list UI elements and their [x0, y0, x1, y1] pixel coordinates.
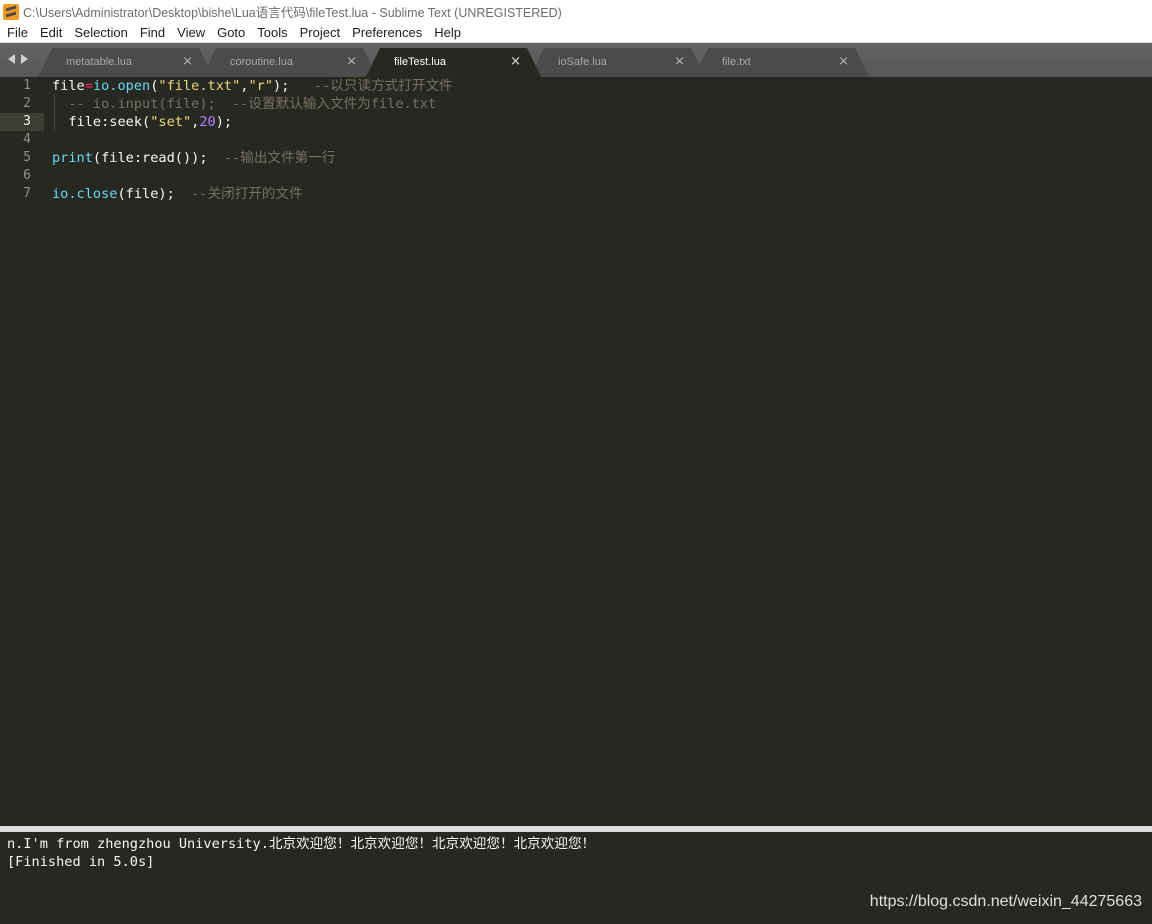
tab-bar: metatable.lua × coroutine.lua × ioSafe.l…	[0, 43, 1152, 77]
line-number: 7	[23, 186, 31, 201]
tab-next-icon[interactable]	[21, 54, 28, 64]
watermark-text: https://blog.csdn.net/weixin_44275663	[869, 893, 1142, 910]
output-line: [Finished in 5.0s]	[7, 854, 155, 870]
tab-navigation	[8, 54, 28, 64]
menu-find[interactable]: Find	[134, 23, 171, 43]
line-number: 1	[23, 78, 31, 93]
code-token: "set"	[150, 114, 192, 130]
code-token: =	[84, 78, 93, 94]
menu-goto[interactable]: Goto	[211, 23, 251, 43]
title-bar: C:\Users\Administrator\Desktop\bishe\Lua…	[0, 0, 1152, 23]
code-token: (file);	[117, 186, 192, 202]
code-token: );	[273, 78, 314, 94]
code-token: io.close	[52, 186, 118, 202]
close-icon[interactable]: ×	[182, 54, 193, 69]
line-number: 4	[23, 132, 31, 147]
tab-label: file.txt	[722, 56, 751, 68]
menu-file[interactable]: File	[1, 23, 34, 43]
code-editor[interactable]: 1 2 3 4 5 6 7 file=io.open("file.txt","r…	[0, 77, 1152, 826]
code-token: file:seek(	[52, 114, 151, 130]
menu-selection[interactable]: Selection	[68, 23, 133, 43]
code-token: print	[52, 150, 93, 166]
tab-label: metatable.lua	[66, 56, 133, 68]
code-line[interactable]: file:seek("set",20);	[52, 113, 232, 131]
menu-preferences[interactable]: Preferences	[346, 23, 428, 43]
code-token: (file:read());	[92, 150, 224, 166]
code-line[interactable]: file=io.open("file.txt","r"); --以只读方式打开文…	[52, 77, 453, 95]
window-title: C:\Users\Administrator\Desktop\bishe\Lua…	[23, 6, 562, 20]
code-token: --以只读方式打开文件	[313, 78, 453, 94]
menu-view[interactable]: View	[171, 23, 211, 43]
code-token: );	[215, 114, 233, 130]
tab-prev-icon[interactable]	[8, 54, 15, 64]
code-token: "r"	[248, 78, 274, 94]
code-line[interactable]: io.close(file); --关闭打开的文件	[52, 185, 303, 203]
menu-edit[interactable]: Edit	[34, 23, 68, 43]
menu-bar: File Edit Selection Find View Goto Tools…	[0, 23, 1152, 43]
code-token: 20	[199, 114, 216, 130]
close-icon[interactable]: ×	[346, 54, 357, 69]
output-line: n.I'm from zhengzhou University.北京欢迎您！北京…	[7, 836, 596, 852]
tab-label: fileTest.lua	[394, 56, 446, 68]
close-icon[interactable]: ×	[674, 54, 685, 69]
line-number: 3	[23, 114, 31, 129]
line-number: 6	[23, 168, 31, 183]
menu-tools[interactable]: Tools	[251, 23, 293, 43]
close-icon[interactable]: ×	[510, 54, 521, 69]
tab-metatable-lua[interactable]: metatable.lua ×	[38, 48, 213, 77]
tab-file-txt[interactable]: file.txt ×	[694, 48, 869, 77]
tab-iosafe-lua[interactable]: ioSafe.lua ×	[530, 48, 705, 77]
code-token: io.open	[92, 78, 151, 94]
line-number: 5	[23, 150, 31, 165]
line-number-gutter: 1 2 3 4 5 6 7	[0, 77, 40, 826]
code-line[interactable]: print(file:read()); --输出文件第一行	[52, 149, 335, 167]
code-token: file	[52, 78, 85, 94]
code-token: --输出文件第一行	[223, 150, 336, 166]
code-token: --关闭打开的文件	[191, 186, 303, 202]
tab-filetest-lua[interactable]: fileTest.lua ×	[366, 48, 541, 77]
line-number: 2	[23, 96, 31, 111]
tab-label: ioSafe.lua	[558, 56, 607, 68]
code-line[interactable]: -- io.input(file); --设置默认输入文件为file.txt	[52, 95, 436, 113]
menu-project[interactable]: Project	[294, 23, 346, 43]
sublime-text-logo-icon	[3, 3, 19, 20]
tab-coroutine-lua[interactable]: coroutine.lua ×	[202, 48, 377, 77]
code-token: -- io.input(file); --设置默认输入文件为file.txt	[52, 96, 437, 112]
code-token: "file.txt"	[158, 78, 241, 94]
close-icon[interactable]: ×	[838, 54, 849, 69]
tab-label: coroutine.lua	[230, 56, 293, 68]
menu-help[interactable]: Help	[428, 23, 467, 43]
